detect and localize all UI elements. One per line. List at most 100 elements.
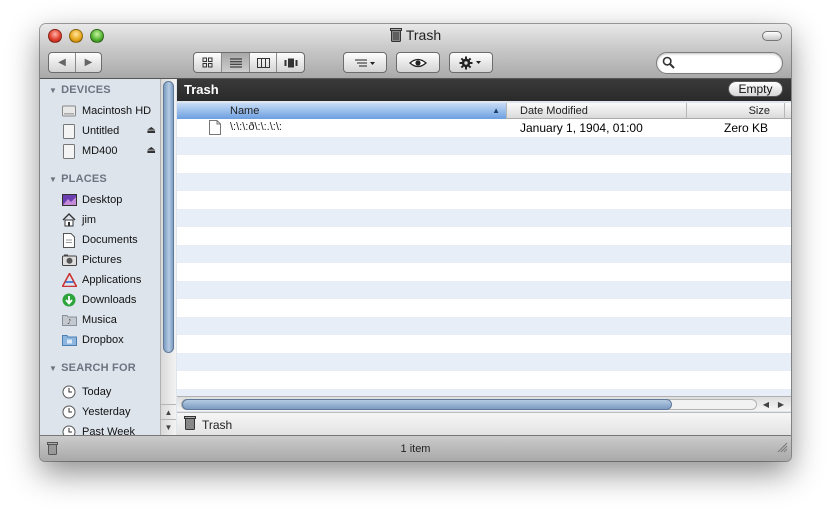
trash-icon [389,28,402,45]
clock-icon [61,424,77,435]
scroll-right-arrow-icon[interactable]: ▶ [774,398,788,411]
view-mode-group [193,52,305,73]
horizontal-scroll-thumb[interactable] [182,399,672,410]
column-name[interactable]: Name ▲ [177,103,507,119]
sidebar-item-md400[interactable]: MD400 ⏏ [61,142,161,160]
cover-flow-icon [284,58,298,67]
finder-window: Trash ◀ ▶ ▼ DEVICES Macintosh HD Untitle… [40,24,791,461]
arrange-icon [355,59,375,66]
cover-flow-button[interactable] [276,53,304,72]
item-count: 1 item [400,443,431,455]
eject-icon[interactable]: ⏏ [147,125,156,136]
clock-icon [61,384,77,400]
eject-icon[interactable]: ⏏ [147,145,156,156]
quick-look-button[interactable] [396,52,440,73]
search-field[interactable] [656,52,783,74]
eye-icon [409,58,427,67]
empty-row [177,155,791,173]
back-arrow-icon: ◀ [58,57,66,68]
forward-arrow-icon: ▶ [84,57,93,68]
file-date: January 1, 1904, 01:00 [520,121,643,135]
resize-grip-icon[interactable] [777,440,788,458]
disk-icon [61,123,77,139]
empty-row [177,137,791,155]
sidebar-item-documents[interactable]: Documents [61,231,161,249]
path-bar-item[interactable]: Trash [202,418,232,432]
disclosure-triangle-icon: ▼ [49,364,58,373]
music-folder-icon: ♪ [61,312,77,328]
sidebar-item-dropbox[interactable]: Dropbox [61,331,161,349]
horizontal-scrollbar[interactable]: ◀ ▶ [177,396,791,411]
empty-row [177,227,791,245]
column-size[interactable]: Size [687,103,785,119]
path-bar: Trash [177,412,791,435]
file-name: \:\:\:ð\:\:.\:\: [230,121,282,133]
empty-row [177,353,791,371]
empty-row [177,173,791,191]
empty-row [177,299,791,317]
clock-icon [61,404,77,420]
empty-row [177,245,791,263]
back-button[interactable]: ◀ [49,53,75,72]
table-row[interactable]: \:\:\:ð\:\:.\:\: January 1, 1904, 01:00 … [177,119,791,137]
column-header: Name ▲ Date Modified Size [177,103,791,119]
sidebar-item-past-week[interactable]: Past Week [61,423,161,435]
sidebar-section-devices[interactable]: ▼ DEVICES [49,84,111,96]
sidebar-item-musica[interactable]: ♪ Musica [61,311,161,329]
sidebar-scrollbar[interactable]: ▲ ▼ [160,79,176,435]
window-title: Trash [405,27,442,43]
disclosure-triangle-icon: ▼ [49,86,58,95]
action-menu-button[interactable] [449,52,493,73]
trash-icon [184,416,196,433]
sidebar-item-downloads[interactable]: Downloads [61,291,161,309]
downloads-icon [61,292,77,308]
empty-row [177,191,791,209]
hard-drive-icon [61,103,77,119]
scroll-down-arrow-icon[interactable]: ▼ [161,419,176,434]
folder-header-bar: Trash Empty [177,79,791,101]
empty-row [177,281,791,299]
empty-row [177,209,791,227]
file-size: Zero KB [723,121,768,135]
arrange-menu-button[interactable] [343,52,387,73]
sidebar-section-places[interactable]: ▼ PLACES [49,173,107,185]
sidebar-item-macintosh-hd[interactable]: Macintosh HD [61,102,161,120]
scroll-up-arrow-icon[interactable]: ▲ [161,404,176,419]
list-view-icon [229,58,242,67]
sidebar-item-desktop[interactable]: Desktop [61,191,161,209]
sidebar-item-yesterday[interactable]: Yesterday [61,403,161,421]
sidebar-scroll-thumb[interactable] [163,81,174,353]
scroll-left-arrow-icon[interactable]: ◀ [759,398,773,411]
empty-trash-button[interactable]: Empty [728,81,783,97]
empty-row [177,263,791,281]
search-input[interactable] [679,55,775,71]
sidebar-item-pictures[interactable]: Pictures [61,251,161,269]
sidebar-item-applications[interactable]: Applications [61,271,161,289]
forward-button[interactable]: ▶ [74,53,101,72]
status-bar: 1 item [40,435,791,461]
pictures-icon [61,252,77,268]
empty-row [177,371,791,389]
dropbox-folder-icon [61,332,77,348]
title-bar[interactable]: Trash ◀ ▶ [40,24,791,79]
toolbar-toggle-button[interactable] [762,31,782,41]
column-view-icon [256,57,270,68]
documents-icon [61,232,77,248]
sidebar-item-untitled[interactable]: Untitled ⏏ [61,122,161,140]
search-icon [662,56,675,74]
column-date-modified[interactable]: Date Modified [507,103,687,119]
sidebar-item-jim[interactable]: jim [61,211,161,229]
back-forward-group: ◀ ▶ [48,52,102,73]
column-view-button[interactable] [248,53,277,72]
icon-view-button[interactable] [194,53,221,72]
list-view-button[interactable] [221,53,249,72]
disk-icon [61,143,77,159]
folder-title: Trash [184,82,219,97]
empty-row [177,317,791,335]
sidebar: ▼ DEVICES Macintosh HD Untitled ⏏ MD400 ⏏… [40,79,162,435]
empty-row [177,335,791,353]
window-title-group: Trash [40,27,791,45]
sidebar-section-search-for[interactable]: ▼ SEARCH FOR [49,362,136,374]
sidebar-item-today[interactable]: Today [61,383,161,401]
sort-ascending-icon: ▲ [492,106,500,115]
